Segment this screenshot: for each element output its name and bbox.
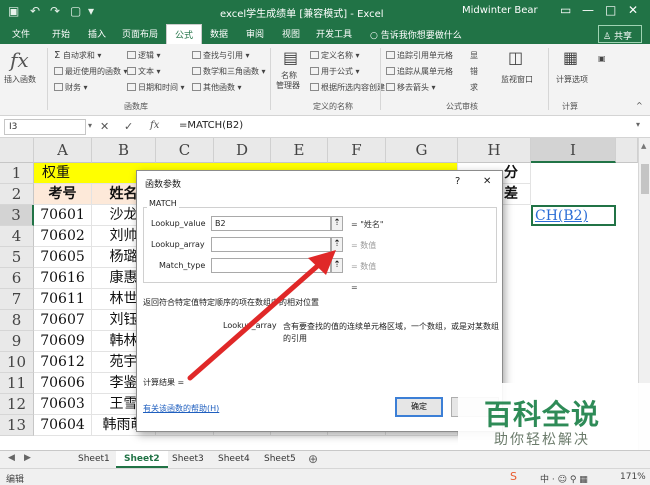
status-mode: 编辑 — [6, 475, 25, 485]
sheet-tab-sheet5[interactable]: Sheet5 — [256, 451, 304, 468]
watermark-subtitle: 助你轻松解决 — [494, 432, 590, 448]
prev-sheet-icon[interactable]: ◀ — [8, 453, 15, 463]
sheet-tab-bar: ◀ ▶ Sheet1 Sheet2 Sheet3 Sheet4 Sheet5 ⊕ — [0, 450, 650, 468]
sheet-tab-sheet1[interactable]: Sheet1 — [70, 451, 118, 468]
zoom-level[interactable]: 171% — [620, 472, 646, 482]
sheet-tab-sheet4[interactable]: Sheet4 — [210, 451, 258, 468]
status-bar: 编辑 S 中 · ☺ ⚲ ▦ 171% — [0, 468, 650, 485]
next-sheet-icon[interactable]: ▶ — [24, 453, 31, 463]
ime-toolbar-icons[interactable]: 中 · ☺ ⚲ ▦ — [540, 472, 588, 485]
sheet-tab-sheet2[interactable]: Sheet2 — [116, 451, 168, 468]
arrow-shaft — [187, 259, 325, 381]
ime-icon[interactable]: S — [510, 470, 517, 483]
watermark-logo: 百科全说 助你轻松解决 — [458, 383, 650, 450]
add-sheet-icon[interactable]: ⊕ — [308, 452, 318, 466]
watermark-title: 百科全说 — [484, 398, 601, 431]
sheet-tab-sheet3[interactable]: Sheet3 — [164, 451, 212, 468]
